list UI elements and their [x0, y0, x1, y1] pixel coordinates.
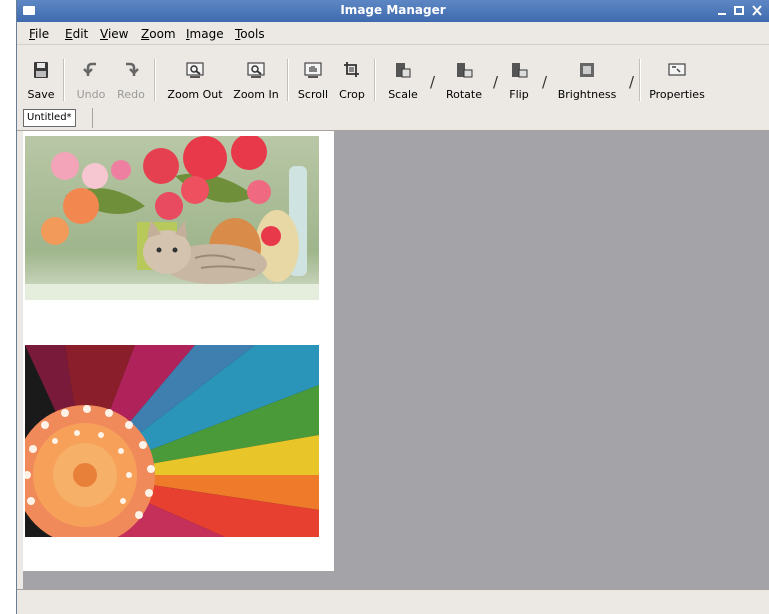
menu-edit[interactable]: Edit	[65, 27, 88, 41]
zoom-out-button[interactable]: Zoom Out	[165, 57, 225, 103]
menu-view[interactable]: View	[100, 27, 128, 41]
menu-bar: File Edit View Zoom Image Tools	[17, 22, 769, 45]
brightness-button[interactable]: Brightness	[552, 57, 622, 103]
menu-image-label: mage	[189, 27, 224, 41]
menu-file-label: ile	[35, 27, 50, 41]
menu-view-label: iew	[107, 27, 129, 41]
properties-button[interactable]: Properties	[647, 57, 707, 103]
minimize-button[interactable]	[714, 3, 730, 18]
brightness-label: Brightness	[557, 88, 617, 101]
rotate-label: Rotate	[445, 88, 482, 101]
close-button[interactable]	[749, 3, 765, 18]
toolbar: Save Undo Redo Zoom Out Zoom In Scroll C…	[17, 51, 769, 104]
flip-label: Flip	[509, 88, 529, 101]
maximize-button[interactable]	[731, 3, 747, 18]
scale-label: Scale	[388, 88, 418, 101]
menu-file[interactable]: File	[29, 27, 49, 41]
close-icon	[752, 5, 762, 16]
title-bar[interactable]: Image Manager	[17, 0, 769, 22]
zoom-in-icon	[247, 62, 265, 78]
kitten-with-flowers-image	[25, 136, 319, 300]
maximize-icon	[734, 6, 744, 15]
properties-icon	[668, 63, 686, 76]
menu-zoom[interactable]: Zoom	[141, 27, 176, 41]
minimize-icon	[718, 13, 726, 15]
flip-icon	[512, 63, 528, 78]
menu-tools-label: ools	[240, 27, 265, 41]
menu-view-mnemonic: V	[100, 27, 108, 41]
status-bar	[17, 589, 769, 614]
colorful-flower-macro-image	[25, 345, 319, 537]
floppy-disk-icon	[34, 62, 48, 78]
redo-label: Redo	[117, 88, 145, 101]
crop-button[interactable]: Crop	[335, 57, 369, 103]
document-page	[23, 131, 334, 571]
rotate-icon	[457, 63, 473, 78]
tab-divider	[92, 108, 93, 128]
properties-label: Properties	[649, 88, 705, 101]
tab-untitled[interactable]: Untitled*	[23, 109, 76, 127]
menu-edit-mnemonic: E	[65, 27, 73, 41]
toolbar-slash: /	[629, 73, 635, 91]
redo-button[interactable]: Redo	[113, 57, 149, 103]
hand-scroll-icon	[304, 62, 322, 78]
zoom-in-button[interactable]: Zoom In	[229, 57, 283, 103]
crop-label: Crop	[339, 88, 365, 101]
window-title: Image Manager	[340, 3, 446, 17]
image-canvas[interactable]	[23, 131, 769, 589]
image-manager-window: Image Manager File Edit View Zoom Image …	[16, 0, 769, 614]
menu-zoom-mnemonic: Z	[141, 27, 150, 41]
menu-zoom-label: oom	[149, 27, 176, 41]
menu-edit-label: dit	[72, 27, 89, 41]
brightness-icon	[580, 63, 594, 77]
zoom-in-label: Zoom In	[233, 88, 279, 101]
undo-arrow-icon	[83, 62, 96, 76]
save-button[interactable]: Save	[21, 57, 61, 103]
redo-arrow-icon	[126, 62, 139, 76]
scale-button[interactable]: Scale	[383, 57, 423, 103]
scale-icon	[396, 63, 411, 78]
menu-tools[interactable]: Tools	[235, 27, 265, 41]
crop-icon	[344, 62, 359, 77]
zoom-out-icon	[186, 62, 204, 78]
menu-image[interactable]: Image	[186, 27, 224, 41]
rotate-button[interactable]: Rotate	[442, 57, 486, 103]
document-tab-bar: Untitled*	[17, 104, 769, 131]
flip-button[interactable]: Flip	[502, 57, 536, 103]
